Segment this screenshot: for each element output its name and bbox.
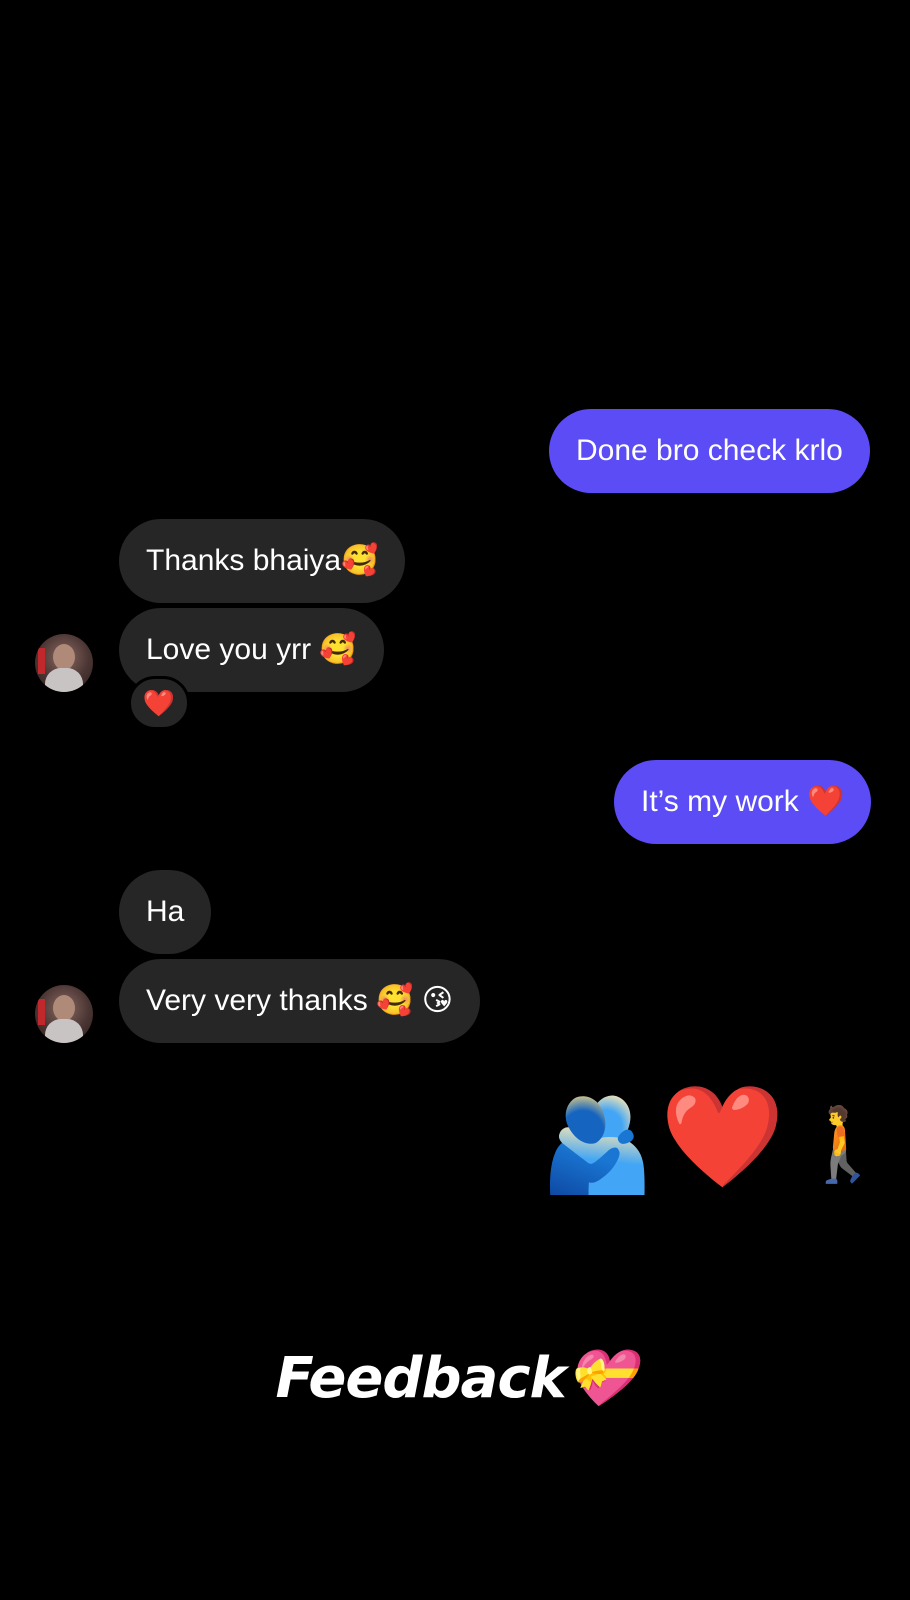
incoming-message-bubble[interactable]: Thanks bhaiya🥰 bbox=[119, 519, 406, 603]
outgoing-message-bubble[interactable]: It’s my work ❤️ bbox=[614, 760, 872, 844]
emoji-message[interactable]: 🫂 ❤️ 🚶 bbox=[540, 1081, 888, 1202]
avatar-face bbox=[53, 644, 75, 670]
contact-avatar[interactable] bbox=[35, 985, 93, 1043]
incoming-message-bubble[interactable]: Very very thanks 🥰 😘 bbox=[119, 959, 481, 1043]
heart-reaction-icon[interactable]: ❤️ bbox=[128, 676, 190, 730]
people-hugging-emoji: 🫂 bbox=[540, 1094, 655, 1196]
message-text: Ha bbox=[146, 895, 185, 928]
person-walking-emoji: 🚶 bbox=[798, 1105, 888, 1185]
avatar-body bbox=[45, 1019, 83, 1043]
avatar-detail bbox=[38, 999, 45, 1025]
avatar-detail bbox=[38, 648, 45, 674]
reaction-emoji: ❤️ bbox=[142, 688, 176, 718]
message-text: Thanks bhaiya🥰 bbox=[146, 544, 379, 577]
message-text: Very very thanks 🥰 😘 bbox=[146, 984, 454, 1017]
feedback-caption: Feedback💝 bbox=[275, 1346, 636, 1411]
outgoing-message-bubble[interactable]: Done bro check krlo bbox=[549, 409, 870, 493]
message-text: It’s my work ❤️ bbox=[641, 785, 845, 818]
message-text: Love you yrr 🥰 bbox=[146, 633, 357, 666]
heart-emoji: ❤️ bbox=[660, 1081, 785, 1193]
incoming-message-bubble[interactable]: Ha bbox=[119, 870, 212, 954]
avatar-body bbox=[45, 668, 83, 692]
contact-avatar[interactable] bbox=[35, 634, 93, 692]
message-text: Done bro check krlo bbox=[576, 434, 843, 467]
avatar-face bbox=[53, 995, 75, 1021]
